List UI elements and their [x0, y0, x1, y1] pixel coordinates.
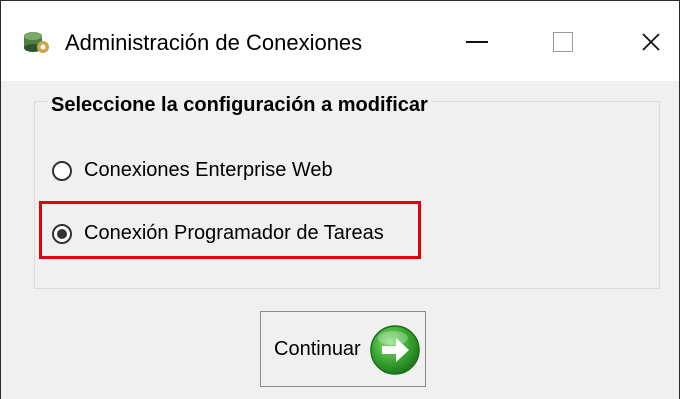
configuration-groupbox [34, 101, 660, 289]
minimize-icon [466, 41, 488, 43]
radio-label: Conexiones Enterprise Web [84, 159, 333, 181]
minimize-button[interactable] [447, 19, 507, 65]
close-icon [642, 33, 660, 51]
database-gear-icon [24, 32, 49, 53]
radio-button[interactable] [52, 160, 72, 181]
maximize-button[interactable] [533, 19, 593, 65]
arrow-right-icon [370, 325, 420, 375]
highlight-box [39, 201, 421, 259]
maximize-icon [553, 32, 573, 52]
connections-dialog: Administración de Conexiones Seleccione … [0, 0, 680, 399]
group-title: Seleccione la configuración a modificar [48, 94, 431, 117]
close-button[interactable] [621, 19, 681, 65]
continue-label: Continuar [274, 337, 361, 360]
radio-enterprise-web[interactable]: Conexiones Enterprise Web [52, 159, 333, 182]
window-title: Administración de Conexiones [65, 30, 363, 55]
title-bar: Administración de Conexiones [1, 1, 679, 81]
continue-button[interactable]: Continuar [260, 311, 426, 387]
